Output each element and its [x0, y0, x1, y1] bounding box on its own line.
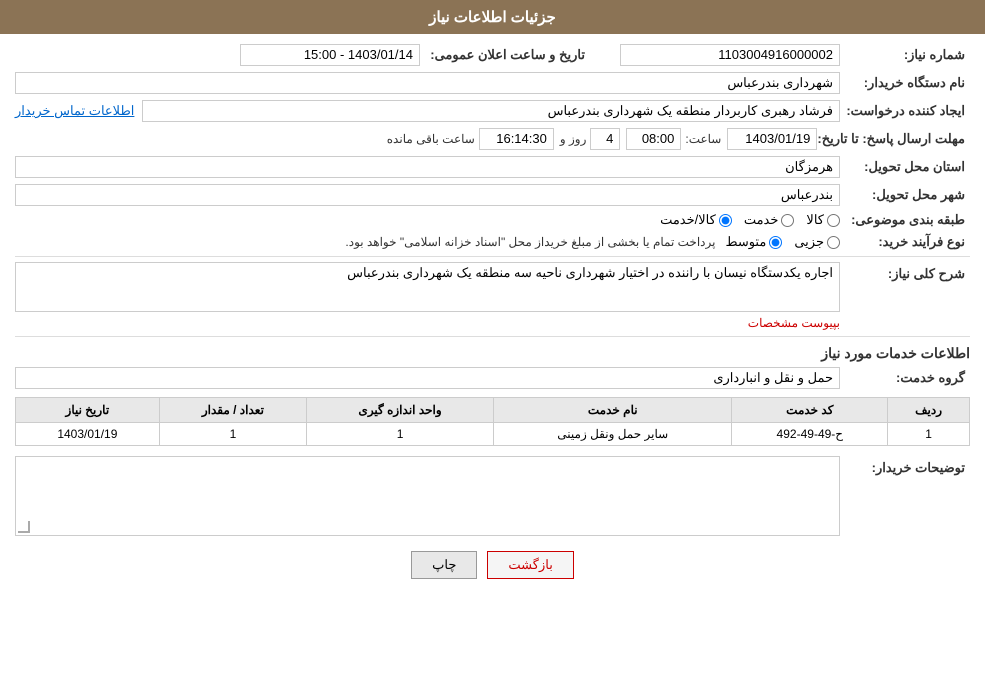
response-remaining: 16:14:30: [479, 128, 554, 150]
back-button[interactable]: بازگشت: [487, 551, 573, 579]
separator-2: [15, 336, 970, 337]
services-table: ردیف کد خدمت نام خدمت واحد اندازه گیری ت…: [15, 397, 970, 446]
response-time: 08:00: [626, 128, 681, 150]
col-header-code: کد خدمت: [732, 398, 888, 423]
purchase-type-motavaset[interactable]: متوسط: [725, 234, 782, 250]
col-header-name: نام خدمت: [494, 398, 732, 423]
response-deadline-label: مهلت ارسال پاسخ: تا تاریخ:: [817, 131, 970, 147]
purchase-type-label: نوع فرآیند خرید:: [840, 234, 970, 250]
col-header-row: ردیف: [888, 398, 970, 423]
button-row: بازگشت چاپ: [15, 551, 970, 579]
main-content: شماره نیاز: 1103004916000002 تاریخ و ساع…: [0, 34, 985, 599]
service-group-label: گروه خدمت:: [840, 370, 970, 386]
requester-label: ایجاد کننده درخواست:: [840, 103, 970, 119]
page-header: جزئیات اطلاعات نیاز: [0, 0, 985, 34]
purchase-type-note: پرداخت تمام یا بخشی از مبلغ خریداز محل "…: [345, 235, 715, 249]
purchase-type-radio-motavaset[interactable]: [769, 236, 782, 249]
category-option-khedmat[interactable]: خدمت: [744, 212, 795, 228]
table-cell-4: 1: [159, 423, 306, 446]
category-label: طبقه بندی موضوعی:: [840, 212, 970, 228]
requester-value: فرشاد رهبری کاربردار منطقه یک شهرداری بن…: [142, 100, 840, 122]
row-requester: ایجاد کننده درخواست: فرشاد رهبری کاربردا…: [15, 100, 970, 122]
category-option-both[interactable]: کالا/خدمت: [660, 212, 732, 228]
response-days: 4: [590, 128, 620, 150]
buyer-org-label: نام دستگاه خریدار:: [840, 75, 970, 91]
description-container: اجاره یکدستگاه نیسان با راننده در اختیار…: [15, 262, 840, 330]
response-date: 1403/01/19: [727, 128, 817, 150]
row-city: شهر محل تحویل: بندرعباس: [15, 184, 970, 206]
announcement-label: تاریخ و ساعت اعلان عمومی:: [420, 47, 590, 63]
table-cell-2: سایر حمل ونقل زمینی: [494, 423, 732, 446]
need-number-value: 1103004916000002: [620, 44, 840, 66]
service-group-value: حمل و نقل و انبارداری: [15, 367, 840, 389]
row-service-group: گروه خدمت: حمل و نقل و انبارداری: [15, 367, 970, 389]
col-header-date: تاریخ نیاز: [16, 398, 160, 423]
category-radio-khedmat[interactable]: [781, 214, 794, 227]
print-button[interactable]: چاپ: [411, 551, 477, 579]
services-table-section: ردیف کد خدمت نام خدمت واحد اندازه گیری ت…: [15, 397, 970, 446]
category-radio-kala[interactable]: [827, 214, 840, 227]
description-value: اجاره یکدستگاه نیسان با راننده در اختیار…: [15, 262, 840, 312]
table-cell-5: 1403/01/19: [16, 423, 160, 446]
buyer-desc-label: توضیحات خریدار:: [840, 456, 970, 476]
province-label: استان محل تحویل:: [840, 159, 970, 175]
attachment-note: بپیوست مشخصات: [15, 315, 840, 330]
need-number-label: شماره نیاز:: [840, 47, 970, 63]
header-title: جزئیات اطلاعات نیاز: [429, 9, 556, 26]
table-row: 1ح-49-49-492سایر حمل ونقل زمینی111403/01…: [16, 423, 970, 446]
row-need-number: شماره نیاز: 1103004916000002 تاریخ و ساع…: [15, 44, 970, 66]
buyer-desc-box[interactable]: [15, 456, 840, 536]
col-header-quantity: تعداد / مقدار: [159, 398, 306, 423]
row-province: استان محل تحویل: هرمزگان: [15, 156, 970, 178]
city-label: شهر محل تحویل:: [840, 187, 970, 203]
buyer-org-value: شهرداری بندرعباس: [15, 72, 840, 94]
purchase-type-radio-jozi[interactable]: [827, 236, 840, 249]
contact-link[interactable]: اطلاعات تماس خریدار: [15, 103, 134, 119]
category-radio-both[interactable]: [719, 214, 732, 227]
purchase-type-jozi[interactable]: جزیی: [794, 234, 840, 250]
separator-1: [15, 256, 970, 257]
table-cell-0: 1: [888, 423, 970, 446]
description-label: شرح کلی نیاز:: [840, 262, 970, 282]
row-description: شرح کلی نیاز: اجاره یکدستگاه نیسان با را…: [15, 262, 970, 330]
response-remaining-label: ساعت باقی مانده: [387, 132, 475, 146]
row-category: طبقه بندی موضوعی: کالا خدمت کالا/خدمت: [15, 212, 970, 228]
services-section-title: اطلاعات خدمات مورد نیاز: [15, 345, 970, 362]
response-days-label: روز و: [560, 132, 587, 146]
province-value: هرمزگان: [15, 156, 840, 178]
row-buyer-org: نام دستگاه خریدار: شهرداری بندرعباس: [15, 72, 970, 94]
table-header-row: ردیف کد خدمت نام خدمت واحد اندازه گیری ت…: [16, 398, 970, 423]
table-cell-1: ح-49-49-492: [732, 423, 888, 446]
category-radio-group: کالا خدمت کالا/خدمت: [660, 212, 840, 228]
category-option-kala[interactable]: کالا: [806, 212, 840, 228]
city-value: بندرعباس: [15, 184, 840, 206]
table-cell-3: 1: [307, 423, 494, 446]
row-buyer-desc: توضیحات خریدار:: [15, 456, 970, 536]
response-time-label: ساعت:: [685, 132, 721, 146]
page-container: جزئیات اطلاعات نیاز شماره نیاز: 11030049…: [0, 0, 985, 691]
row-response-deadline: مهلت ارسال پاسخ: تا تاریخ: 1403/01/19 سا…: [15, 128, 970, 150]
row-purchase-type: نوع فرآیند خرید: جزیی متوسط پرداخت تمام …: [15, 234, 970, 250]
announcement-value: 1403/01/14 - 15:00: [240, 44, 420, 66]
col-header-unit: واحد اندازه گیری: [307, 398, 494, 423]
purchase-type-radio-group: جزیی متوسط: [725, 234, 840, 250]
